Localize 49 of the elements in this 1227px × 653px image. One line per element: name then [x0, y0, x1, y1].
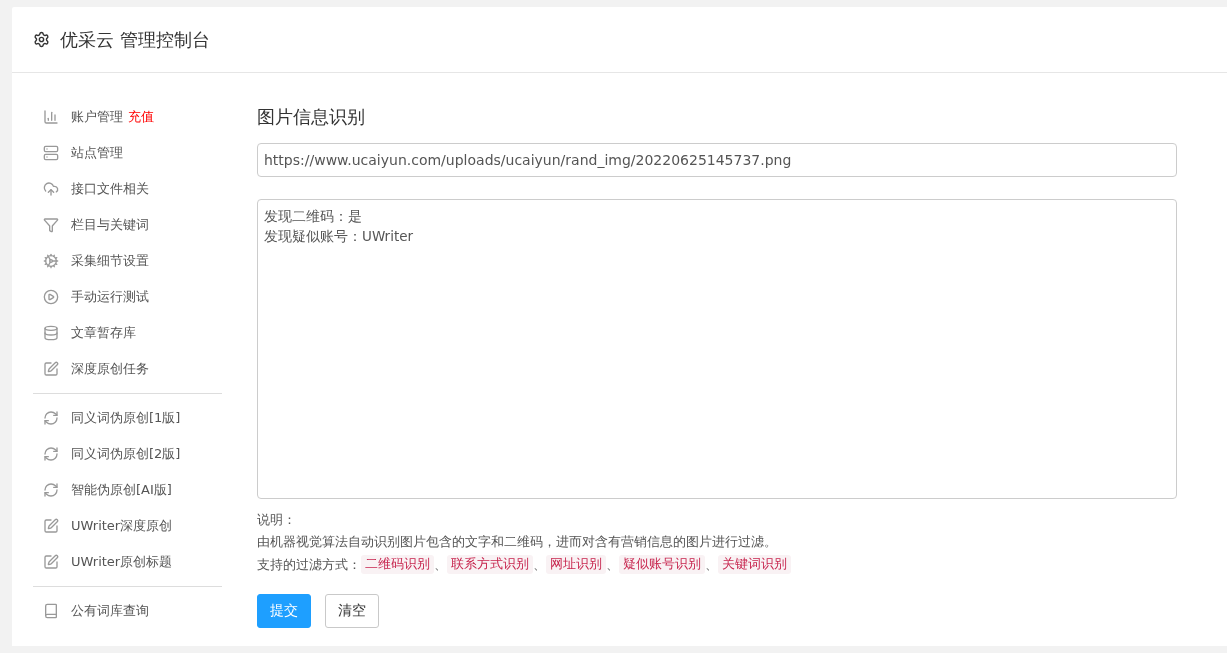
result-line: 发现二维码：是	[264, 207, 362, 226]
separator: 、	[533, 555, 546, 574]
sidebar-link[interactable]: 智能伪原创[AI版]	[71, 481, 172, 499]
sidebar-link[interactable]: 站点管理	[71, 144, 123, 162]
bar-chart-icon	[43, 109, 59, 125]
gear-icon	[43, 253, 59, 269]
methods-label: 支持的过滤方式：	[257, 555, 361, 574]
edit-icon	[43, 518, 59, 534]
sidebar-link[interactable]: UWriter深度原创	[71, 517, 173, 535]
refresh-icon	[43, 410, 59, 426]
separator: 、	[705, 555, 718, 574]
sidebar-link[interactable]: 文章暂存库	[71, 324, 136, 342]
edit-icon	[43, 554, 59, 570]
edit-icon	[43, 361, 59, 377]
filter-method-tag: 关键词识别	[718, 555, 791, 574]
sidebar-link[interactable]: 手动运行测试	[71, 288, 149, 306]
sidebar-link[interactable]: 同义词伪原创[1版]	[71, 409, 181, 427]
filter-method-tag: 网址识别	[546, 555, 606, 574]
sidebar-link[interactable]: UWriter原创标题	[71, 553, 173, 571]
sidebar-link[interactable]: 栏目与关键词	[71, 216, 149, 234]
server-icon	[43, 145, 59, 161]
console-title: 优采云 管理控制台	[60, 27, 210, 52]
sidebar-link[interactable]: 公有词库查询	[71, 602, 149, 620]
settings-icon	[33, 31, 50, 48]
page-title: 图片信息识别	[257, 105, 366, 129]
notes-description: 由机器视觉算法自动识别图片包含的文字和二维码，进而对含有营销信息的图片进行过滤。	[257, 533, 778, 551]
filter-method-tag: 疑似账号识别	[619, 555, 705, 574]
sidebar-link[interactable]: 采集细节设置	[71, 252, 149, 270]
result-line: 发现疑似账号：UWriter	[264, 227, 414, 246]
result-text-area[interactable]: 发现二维码：是 发现疑似账号：UWriter	[257, 199, 1177, 499]
separator: 、	[434, 555, 447, 574]
filter-method-tag: 二维码识别	[361, 555, 434, 574]
clear-button[interactable]: 清空	[325, 594, 379, 628]
separator: 、	[606, 555, 619, 574]
sidebar-link[interactable]: 接口文件相关	[71, 180, 149, 198]
database-icon	[43, 325, 59, 341]
refresh-icon	[43, 482, 59, 498]
url-input-field[interactable]: https://www.ucaiyun.com/uploads/ucaiyun/rand_img/20220625145737.png	[257, 143, 1177, 177]
play-icon	[43, 289, 59, 305]
filter-icon	[43, 217, 59, 233]
recharge-link[interactable]: 充值	[128, 108, 154, 126]
filter-method-tag: 联系方式识别	[447, 555, 533, 574]
refresh-icon	[43, 446, 59, 462]
notes-heading: 说明：	[257, 511, 297, 529]
cloud-upload-icon	[43, 181, 59, 197]
sidebar-link[interactable]: 同义词伪原创[2版]	[71, 445, 181, 463]
sidebar-link[interactable]: 账户管理	[71, 108, 123, 126]
sidebar-link[interactable]: 深度原创任务	[71, 360, 149, 378]
book-icon	[43, 603, 59, 619]
